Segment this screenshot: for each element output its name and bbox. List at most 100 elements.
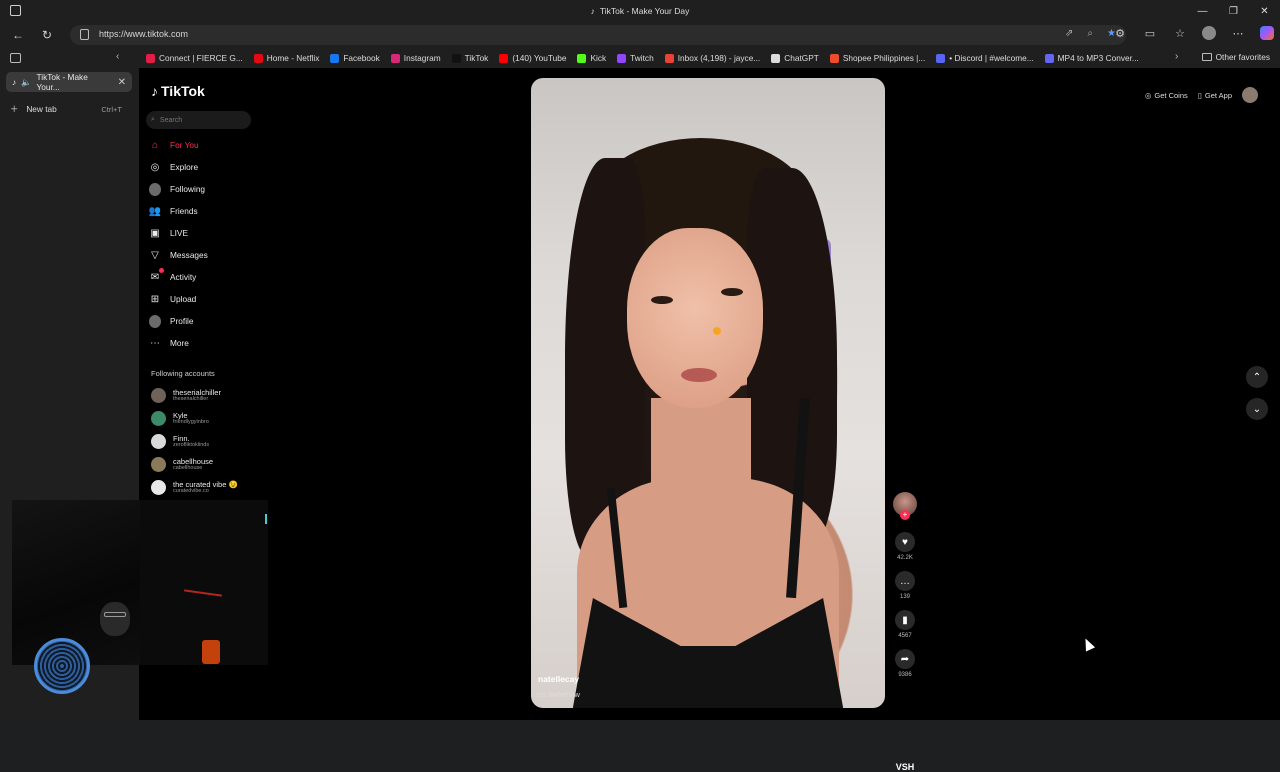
video-player[interactable]: natellecay lss hwhehhw xyxy=(531,78,885,708)
bookmark-item[interactable]: Home - Netflix xyxy=(253,53,320,63)
sidebar-item-messages[interactable]: ▽ Messages xyxy=(149,244,259,266)
window-controls: — ❐ ✕ xyxy=(1187,0,1280,22)
bookmark-label: Connect | FIERCE G... xyxy=(159,53,243,63)
user-avatar[interactable] xyxy=(1242,87,1258,103)
music-disc[interactable]: VSH xyxy=(893,762,917,772)
sidebar-item-following[interactable]: Following xyxy=(149,178,259,200)
sidebar-item-upload[interactable]: ⊞ Upload xyxy=(149,288,259,310)
comment-icon[interactable]: … xyxy=(895,571,915,591)
tiktok-logo[interactable]: ♪ TikTok xyxy=(151,83,205,99)
video-caption: lss hwhehhw xyxy=(537,690,580,699)
audio-playing-icon[interactable]: 🔈 xyxy=(21,77,31,88)
heart-icon[interactable]: ♥ xyxy=(895,532,915,552)
settings-more-icon[interactable]: ⋯ xyxy=(1230,25,1246,41)
bookmark-list: Connect | FIERCE G... Home - Netflix Faceb… xyxy=(146,48,1139,68)
folder-icon xyxy=(1201,53,1212,61)
follow-plus-icon[interactable]: + xyxy=(900,510,910,520)
following-icon xyxy=(149,182,161,196)
window-title: ♪ TikTok - Make Your Day xyxy=(590,6,690,16)
account-handle: friendlygyinbro xyxy=(173,418,209,425)
refresh-button[interactable]: ↻ xyxy=(38,26,56,44)
window-titlebar: ♪ TikTok - Make Your Day — ❐ ✕ xyxy=(0,0,1280,22)
address-bar[interactable]: https://www.tiktok.com ⇗ ⌕ ★ xyxy=(70,25,1126,45)
save-count: 4567 xyxy=(898,633,912,639)
following-account[interactable]: Kyle friendlygyinbro xyxy=(151,407,271,430)
like-action[interactable]: ♥ 42.2K xyxy=(893,532,917,561)
account-handle: cabellhouse xyxy=(173,464,203,471)
search-input[interactable]: ⌕ Search xyxy=(146,111,251,129)
site-info-icon[interactable] xyxy=(80,29,89,40)
minimize-button[interactable]: — xyxy=(1187,0,1218,22)
close-tab-icon[interactable]: ✕ xyxy=(118,77,126,88)
vertical-tabs-toggle-icon[interactable] xyxy=(10,53,21,63)
following-account[interactable]: Finn. zerofliktoklinds xyxy=(151,430,271,453)
bookmarks-scroll-left-icon[interactable]: ‹ xyxy=(116,51,119,62)
other-favorites[interactable]: Other favorites xyxy=(1201,52,1270,62)
bookmark-item[interactable]: MP4 to MP3 Conver... xyxy=(1044,53,1139,63)
following-account[interactable]: theserialchiller theserialchiller xyxy=(151,384,271,407)
sidebar-item-live[interactable]: ▣ LIVE xyxy=(149,222,259,244)
plus-icon: ＋ xyxy=(10,104,19,114)
avatar xyxy=(151,411,166,426)
sidebar-item-label: Profile xyxy=(170,316,194,326)
back-button[interactable]: ← xyxy=(9,26,27,44)
following-account[interactable]: cabellhouse cabellhouse xyxy=(151,453,271,476)
bookmark-item[interactable]: Connect | FIERCE G... xyxy=(146,53,243,63)
account-handle: zerofliktoklinds xyxy=(173,441,210,448)
bookmark-item[interactable]: Facebook xyxy=(330,53,380,63)
profile-avatar[interactable] xyxy=(1202,26,1216,40)
get-coins-button[interactable]: ◎ Get Coins xyxy=(1145,91,1188,100)
next-video-button[interactable]: ⌄ xyxy=(1246,398,1268,420)
close-window-button[interactable]: ✕ xyxy=(1249,0,1280,22)
open-in-app-icon[interactable]: ⇗ xyxy=(1065,28,1073,39)
previous-video-button[interactable]: ⌃ xyxy=(1246,366,1268,388)
bookmark-item[interactable]: Twitch xyxy=(617,53,654,63)
video-username[interactable]: natellecay xyxy=(538,674,579,684)
sidebar-item-explore[interactable]: ◎ Explore xyxy=(149,156,259,178)
bookmark-label: (140) YouTube xyxy=(512,53,567,63)
bookmark-item[interactable]: Shopee Philippines |... xyxy=(829,53,925,63)
bookmark-favicon-icon xyxy=(146,53,155,63)
url-text[interactable]: https://www.tiktok.com xyxy=(99,29,188,39)
bookmark-favicon-icon xyxy=(617,53,627,63)
sidebar-item-profile[interactable]: Profile xyxy=(149,310,259,332)
copilot-icon[interactable] xyxy=(1260,26,1274,40)
save-action[interactable]: ▮ 4567 xyxy=(893,610,917,639)
account-handle: curatedvibe.co xyxy=(173,487,209,494)
restore-button[interactable]: ❐ xyxy=(1218,0,1249,22)
get-app-button[interactable]: ▯ Get App xyxy=(1198,91,1232,100)
bookmark-item[interactable]: ChatGPT xyxy=(771,53,819,63)
bookmark-label: Home - Netflix xyxy=(266,53,320,63)
bookmark-label: Inbox (4,198) - jayce... xyxy=(677,53,761,63)
bookmark-favicon-icon xyxy=(1044,53,1054,63)
tab-tiktok[interactable]: ♪ 🔈 TikTok - Make Your... ✕ xyxy=(6,72,132,92)
sidebar-item-label: Following xyxy=(170,184,206,194)
bookmark-item[interactable]: Inbox (4,198) - jayce... xyxy=(664,53,761,63)
video-figure-mouth xyxy=(681,368,717,382)
sidebar-item-for-you[interactable]: ⌂ For You xyxy=(149,134,259,156)
bookmark-item[interactable]: Kick xyxy=(577,53,606,63)
bookmark-favicon-icon xyxy=(330,53,340,63)
following-account[interactable]: the curated vibe 😉 curatedvibe.co xyxy=(151,476,271,499)
comment-action[interactable]: … 139 xyxy=(893,571,917,600)
new-tab-button[interactable]: ＋ New tab Ctrl+T xyxy=(10,103,122,115)
avatar xyxy=(149,314,161,328)
share-icon[interactable]: ➦ xyxy=(895,649,915,669)
bookmark-icon[interactable]: ▮ xyxy=(895,610,915,630)
sidebar-item-more[interactable]: ⋯ More xyxy=(149,332,259,354)
webcam-fan xyxy=(34,638,90,694)
sidebar-item-activity[interactable]: ✉ Activity xyxy=(149,266,259,288)
favorites-icon[interactable]: ☆ xyxy=(1172,25,1188,41)
split-screen-icon[interactable]: ▭ xyxy=(1142,25,1158,41)
tiktok-favicon-icon: ♪ xyxy=(590,6,595,16)
bookmarks-scroll-right-icon[interactable]: › xyxy=(1175,51,1178,62)
bookmark-item[interactable]: Instagram xyxy=(390,53,441,63)
compass-icon: ◎ xyxy=(150,161,160,173)
share-action[interactable]: ➦ 9386 xyxy=(893,649,917,678)
bookmark-item[interactable]: TikTok xyxy=(451,53,488,63)
sidebar-item-friends[interactable]: 👥 Friends xyxy=(149,200,259,222)
bookmark-item[interactable]: (140) YouTube xyxy=(499,53,566,63)
extensions-icon[interactable]: ⚙ xyxy=(1112,25,1128,41)
zoom-icon[interactable]: ⌕ xyxy=(1087,28,1093,39)
bookmark-item[interactable]: • Discord | #welcome... xyxy=(936,53,1034,63)
